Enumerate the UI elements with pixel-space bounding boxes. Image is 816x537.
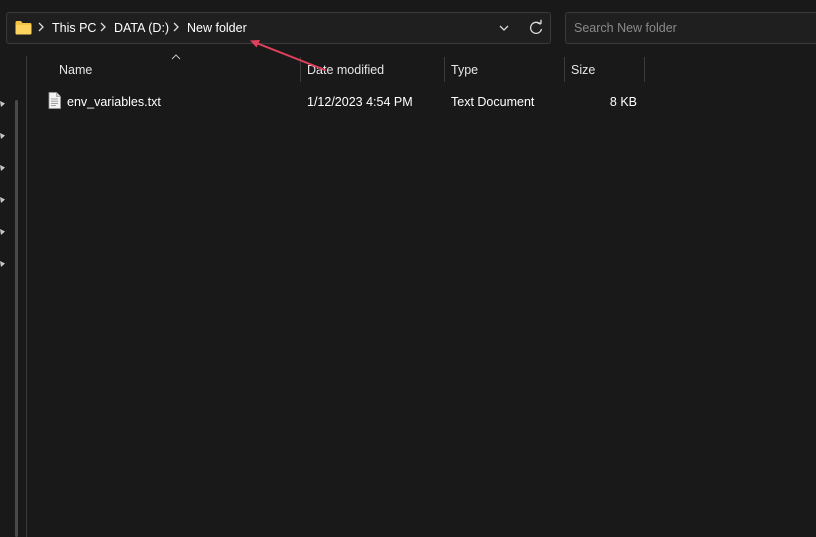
search-input[interactable]: [574, 20, 810, 36]
chevron-right-icon[interactable]: [171, 20, 181, 34]
navigation-scrollbar[interactable]: [15, 100, 18, 537]
file-size: 8 KB: [609, 95, 637, 109]
refresh-icon[interactable]: [528, 19, 544, 37]
column-divider[interactable]: [564, 57, 565, 82]
pin-icon[interactable]: [0, 228, 6, 236]
file-explorer-window: This PC DATA (D:) New folder Nam: [0, 0, 816, 537]
pane-divider[interactable]: [26, 56, 27, 537]
folder-icon: [15, 21, 32, 35]
column-header-size[interactable]: Size: [571, 63, 595, 77]
column-header-type[interactable]: Type: [451, 63, 478, 77]
pin-icon[interactable]: [0, 260, 6, 268]
file-date-modified: 1/12/2023 4:54 PM: [307, 95, 413, 109]
sort-ascending-icon: [171, 54, 181, 60]
breadcrumb-data-drive[interactable]: DATA (D:): [114, 21, 169, 35]
file-name[interactable]: env_variables.txt: [67, 95, 161, 109]
address-bar[interactable]: This PC DATA (D:) New folder: [6, 12, 551, 44]
pin-icon[interactable]: [0, 164, 6, 172]
column-divider[interactable]: [644, 57, 645, 82]
chevron-right-icon[interactable]: [98, 20, 108, 34]
file-row[interactable]: env_variables.txt 1/12/2023 4:54 PM Text…: [40, 89, 650, 113]
file-type: Text Document: [451, 95, 535, 109]
column-divider[interactable]: [300, 57, 301, 82]
search-box[interactable]: [565, 12, 816, 44]
breadcrumb-new-folder[interactable]: New folder: [187, 21, 247, 35]
breadcrumb-this-pc[interactable]: This PC: [52, 21, 96, 35]
chevron-down-icon[interactable]: [497, 21, 511, 35]
column-header-name[interactable]: Name: [59, 63, 92, 77]
pin-icon[interactable]: [0, 196, 6, 204]
text-file-icon: [48, 92, 61, 109]
column-header-date-modified[interactable]: Date modified: [307, 63, 384, 77]
pin-icon[interactable]: [0, 100, 6, 108]
column-divider[interactable]: [444, 57, 445, 82]
chevron-right-icon[interactable]: [36, 20, 46, 34]
pin-icon[interactable]: [0, 132, 6, 140]
navigation-pane: [0, 56, 27, 537]
